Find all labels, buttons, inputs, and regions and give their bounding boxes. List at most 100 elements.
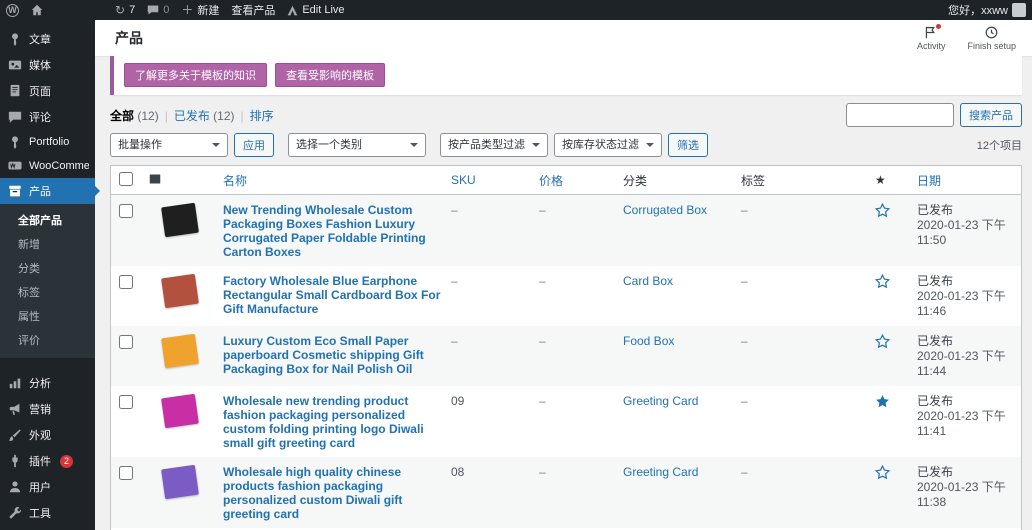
sidebar-item-posts[interactable]: 文章 [0, 26, 95, 52]
comments-menu[interactable]: 0 [147, 4, 169, 16]
sidebar-item-appearance[interactable]: 外观 [0, 422, 95, 448]
activity-button[interactable]: Activity [917, 26, 946, 51]
view-affected-templates-button[interactable]: 查看受影响的模板 [275, 63, 385, 87]
apply-button[interactable]: 应用 [234, 133, 274, 157]
greeting-text: 您好，xxww [948, 2, 1008, 18]
publish-status: 已发布 [917, 203, 1013, 218]
product-sku: – [451, 274, 458, 288]
flag-icon [924, 26, 938, 40]
product-thumbnail[interactable] [161, 394, 199, 428]
sidebar-item-tools[interactable]: 工具 [0, 500, 95, 526]
account-menu[interactable]: 您好，xxww [948, 2, 1026, 18]
product-name-link[interactable]: New Trending Wholesale Custom Packaging … [223, 203, 443, 259]
publish-status: 已发布 [917, 394, 1013, 409]
sidebar-item-label: 评论 [29, 109, 51, 125]
updates-menu[interactable]: ↻ 7 [115, 4, 135, 16]
category-column-header: 分类 [623, 166, 741, 195]
sidebar-item-products[interactable]: 产品 [0, 178, 95, 204]
portfolio-icon [8, 135, 22, 149]
search-products-button[interactable]: 搜索产品 [960, 103, 1022, 127]
updates-icon: ↻ [115, 4, 125, 16]
submenu-item-add-new[interactable]: 新增 [0, 232, 95, 256]
view-link-all[interactable]: 全部 (12) [110, 109, 159, 123]
site-home-menu[interactable] [31, 4, 43, 16]
page-header: 产品 Activity Finish setup [95, 20, 1032, 56]
sidebar-item-comments[interactable]: 评论 [0, 104, 95, 130]
submenu-item-categories[interactable]: 分类 [0, 256, 95, 280]
row-checkbox[interactable] [119, 395, 133, 409]
product-thumbnail[interactable] [161, 274, 199, 308]
product-thumbnail[interactable] [161, 203, 199, 237]
featured-star-outline-icon[interactable] [875, 469, 890, 483]
sidebar-item-label: 分析 [29, 375, 51, 391]
edit-live-menu[interactable]: Edit Live [287, 4, 344, 16]
row-checkbox[interactable] [119, 275, 133, 289]
edit-live-label: Edit Live [302, 4, 344, 16]
product-price: – [539, 465, 546, 479]
submenu-item-all-products[interactable]: 全部产品 [0, 208, 95, 232]
featured-star-outline-icon[interactable] [875, 207, 890, 221]
sku-column-header[interactable]: SKU [451, 166, 539, 195]
sidebar-item-marketing[interactable]: 营销 [0, 396, 95, 422]
view-link-sort[interactable]: 排序 [250, 109, 274, 123]
sidebar-item-settings[interactable]: 设置 [0, 526, 95, 530]
search-input[interactable] [846, 103, 954, 127]
product-name-link[interactable]: Factory Wholesale Blue Earphone Rectangu… [223, 274, 443, 316]
row-checkbox[interactable] [119, 204, 133, 218]
sidebar-item-label: 文章 [29, 31, 51, 47]
product-sku: – [451, 334, 458, 348]
comments-count: 0 [163, 4, 169, 16]
publish-date: 2020-01-23 下午11:44 [917, 349, 1013, 379]
product-tags: – [741, 274, 748, 288]
name-column-header[interactable]: 名称 [223, 166, 451, 195]
price-column-header[interactable]: 价格 [539, 166, 623, 195]
stock-status-filter-select[interactable]: 按库存状态过滤 [554, 133, 662, 157]
table-row: New Trending Wholesale Custom Packaging … [111, 195, 1021, 267]
submenu-item-reviews[interactable]: 评价 [0, 328, 95, 352]
product-category-link[interactable]: Food Box [623, 334, 674, 348]
product-thumbnail[interactable] [161, 465, 199, 499]
table-controls-row: 批量操作 应用 选择一个类别 按产品类型过滤 按库存状态过滤 筛选 12个项目 [110, 133, 1022, 157]
featured-star-outline-icon[interactable] [875, 278, 890, 292]
bulk-action-select[interactable]: 批量操作 [110, 133, 228, 157]
product-tags: – [741, 203, 748, 217]
product-type-filter-select[interactable]: 按产品类型过滤 [440, 133, 548, 157]
product-name-link[interactable]: Wholesale high quality chinese products … [223, 465, 443, 521]
sidebar-item-users[interactable]: 用户 [0, 474, 95, 500]
sidebar-item-portfolio[interactable]: Portfolio [0, 130, 95, 154]
date-column-header[interactable]: 日期 [917, 166, 1021, 195]
row-checkbox[interactable] [119, 466, 133, 480]
finish-setup-button[interactable]: Finish setup [967, 26, 1016, 51]
product-category-link[interactable]: Corrugated Box [623, 203, 707, 217]
view-product-menu[interactable]: 查看产品 [231, 2, 275, 18]
separator: | [241, 109, 244, 123]
wp-logo-menu[interactable]: W [6, 4, 19, 17]
submenu-item-attributes[interactable]: 属性 [0, 304, 95, 328]
view-count: (12) [137, 109, 158, 123]
select-all-checkbox[interactable] [119, 172, 133, 186]
sidebar-item-plugins[interactable]: 插件2 [0, 448, 95, 474]
new-content-menu[interactable]: ＋ 新建 [181, 2, 219, 18]
view-product-label: 查看产品 [231, 2, 275, 18]
sidebar-item-pages[interactable]: 页面 [0, 78, 95, 104]
product-category-link[interactable]: Greeting Card [623, 394, 698, 408]
publish-status: 已发布 [917, 274, 1013, 289]
sidebar-item-media[interactable]: 媒体 [0, 52, 95, 78]
featured-star-filled-icon[interactable] [875, 398, 890, 412]
product-category-link[interactable]: Card Box [623, 274, 673, 288]
sidebar-item-woocommerce[interactable]: WooCommerce [0, 154, 95, 178]
product-name-link[interactable]: Luxury Custom Eco Small Paper paperboard… [223, 334, 443, 376]
product-thumbnail[interactable] [161, 334, 199, 368]
learn-more-templates-button[interactable]: 了解更多关于模板的知识 [124, 63, 267, 87]
wordpress-logo-icon: W [6, 4, 19, 17]
sidebar-item-analytics[interactable]: 分析 [0, 370, 95, 396]
filter-button[interactable]: 筛选 [668, 133, 708, 157]
row-checkbox[interactable] [119, 335, 133, 349]
view-link-published[interactable]: 已发布 (12) [174, 109, 235, 123]
featured-star-outline-icon[interactable] [875, 338, 890, 352]
submenu-item-tags[interactable]: 标签 [0, 280, 95, 304]
category-filter-select[interactable]: 选择一个类别 [288, 133, 426, 157]
product-category-link[interactable]: Greeting Card [623, 465, 698, 479]
clock-icon [985, 26, 999, 40]
product-name-link[interactable]: Wholesale new trending product fashion p… [223, 394, 443, 450]
